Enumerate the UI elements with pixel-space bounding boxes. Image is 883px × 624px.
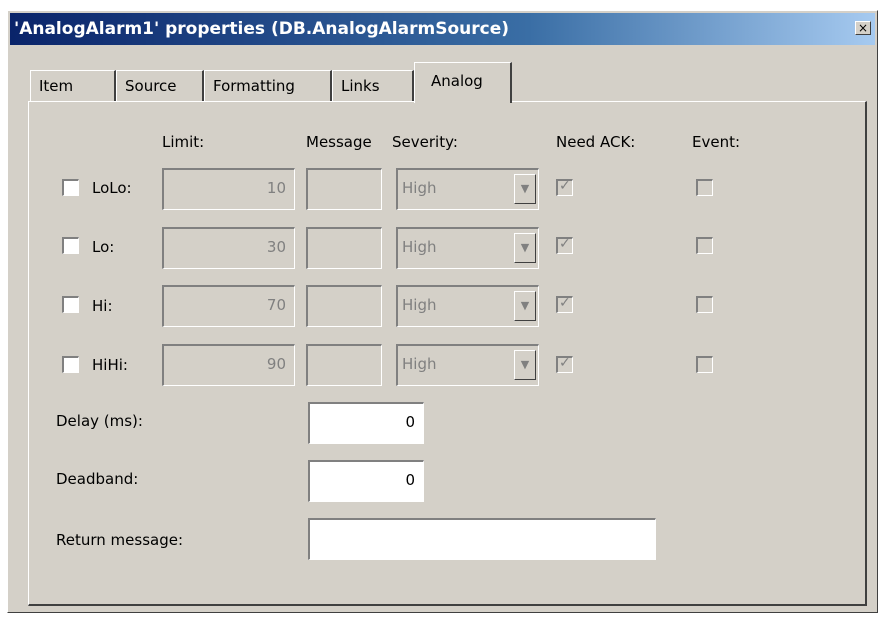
tab-source[interactable]: Source xyxy=(116,70,204,102)
tab-links[interactable]: Links xyxy=(332,70,414,102)
tab-analog[interactable]: Analog xyxy=(414,62,512,103)
tab-item[interactable]: Item xyxy=(30,70,116,102)
close-button[interactable]: × xyxy=(855,21,871,35)
window-title: 'AnalogAlarm1' properties (DB.AnalogAlar… xyxy=(14,19,509,39)
title-bar: 'AnalogAlarm1' properties (DB.AnalogAlar… xyxy=(10,13,875,45)
tab-label: Item xyxy=(39,77,74,95)
close-icon: × xyxy=(857,21,869,35)
tab-label: Formatting xyxy=(213,77,295,95)
tab-formatting[interactable]: Formatting xyxy=(204,70,332,102)
analog-tab-panel xyxy=(28,101,867,606)
tab-label: Source xyxy=(125,77,177,95)
tab-label: Links xyxy=(341,77,380,95)
tab-label: Analog xyxy=(431,72,483,90)
